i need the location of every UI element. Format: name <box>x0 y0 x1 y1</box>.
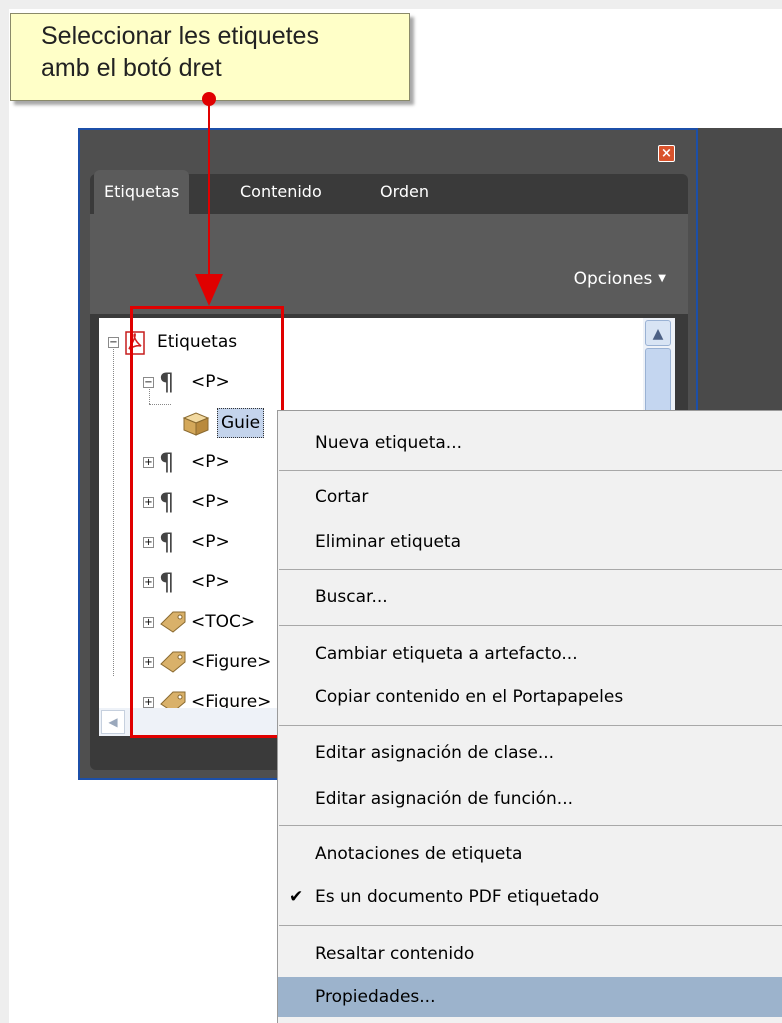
screenshot-left-border <box>0 0 9 1023</box>
instruction-callout: Seleccionar les etiquetes amb el botó dr… <box>10 13 410 101</box>
context-menu: Nueva etiqueta... Cortar Eliminar etique… <box>277 410 782 1023</box>
menu-item-label: Anotaciones de etiqueta <box>315 844 523 864</box>
menu-item-resaltar[interactable]: Resaltar contenido <box>278 934 782 974</box>
menu-item-label: Copiar contenido en el Portapapeles <box>315 687 624 707</box>
collapse-icon[interactable]: − <box>108 337 119 348</box>
menu-item-buscar[interactable]: Buscar... <box>278 577 782 617</box>
menu-item-copiar-contenido[interactable]: Copiar contenido en el Portapapeles <box>278 677 782 717</box>
callout-line-1: Seleccionar les etiquetes <box>41 22 319 50</box>
annotation-line <box>208 100 210 274</box>
menu-item-label: Resaltar contenido <box>315 944 475 964</box>
scroll-up-icon[interactable]: ▲ <box>645 320 671 346</box>
menu-item-label: Editar asignación de función... <box>315 789 574 809</box>
scroll-left-icon[interactable]: ◀ <box>101 710 125 734</box>
menu-item-label: Nueva etiqueta... <box>315 433 462 453</box>
chevron-down-icon: ▼ <box>658 273 666 284</box>
callout-line-2: amb el botó dret <box>41 54 222 82</box>
close-button[interactable]: × <box>658 145 675 162</box>
menu-item-label: Cortar <box>315 487 369 507</box>
callout-text: Seleccionar les etiquetes amb el botó dr… <box>41 20 401 84</box>
menu-separator <box>279 825 782 826</box>
close-icon: × <box>661 146 672 161</box>
menu-item-eliminar-etiqueta[interactable]: Eliminar etiqueta <box>278 522 782 562</box>
menu-item-propiedades[interactable]: Propiedades... <box>278 977 782 1017</box>
menu-separator <box>279 569 782 570</box>
menu-item-label: Propiedades... <box>315 987 436 1007</box>
menu-separator <box>279 470 782 471</box>
menu-item-editar-clase[interactable]: Editar asignación de clase... <box>278 733 782 773</box>
menu-item-label: Editar asignación de clase... <box>315 743 555 763</box>
annotation-arrow <box>195 274 223 306</box>
menu-item-nueva-etiqueta[interactable]: Nueva etiqueta... <box>278 423 782 463</box>
tab-etiquetas[interactable]: Etiquetas <box>94 170 190 214</box>
options-label: Opciones <box>573 269 653 289</box>
document-background <box>698 128 782 413</box>
tab-contenido[interactable]: Contenido <box>230 170 332 214</box>
screenshot-top-border <box>0 0 782 9</box>
tab-orden[interactable]: Orden <box>370 170 439 214</box>
menu-item-label: Buscar... <box>315 587 388 607</box>
menu-separator <box>279 625 782 626</box>
menu-item-anotaciones[interactable]: Anotaciones de etiqueta <box>278 834 782 874</box>
menu-item-label: Cambiar etiqueta a artefacto... <box>315 644 578 664</box>
menu-item-label: Es un documento PDF etiquetado <box>315 887 600 907</box>
menu-item-editar-funcion[interactable]: Editar asignación de función... <box>278 779 782 819</box>
options-menu-button[interactable]: Opciones ▼ <box>574 264 666 294</box>
menu-item-cortar[interactable]: Cortar <box>278 477 782 517</box>
menu-separator <box>279 725 782 726</box>
menu-item-cambiar-etiqueta[interactable]: Cambiar etiqueta a artefacto... <box>278 634 782 674</box>
tree-connector <box>113 342 114 676</box>
menu-separator <box>279 925 782 926</box>
checkmark-icon: ✔ <box>289 887 304 907</box>
annotation-highlight-box <box>130 306 284 738</box>
menu-item-label: Eliminar etiqueta <box>315 532 462 552</box>
menu-item-documento-etiquetado[interactable]: ✔ Es un documento PDF etiquetado <box>278 877 782 917</box>
